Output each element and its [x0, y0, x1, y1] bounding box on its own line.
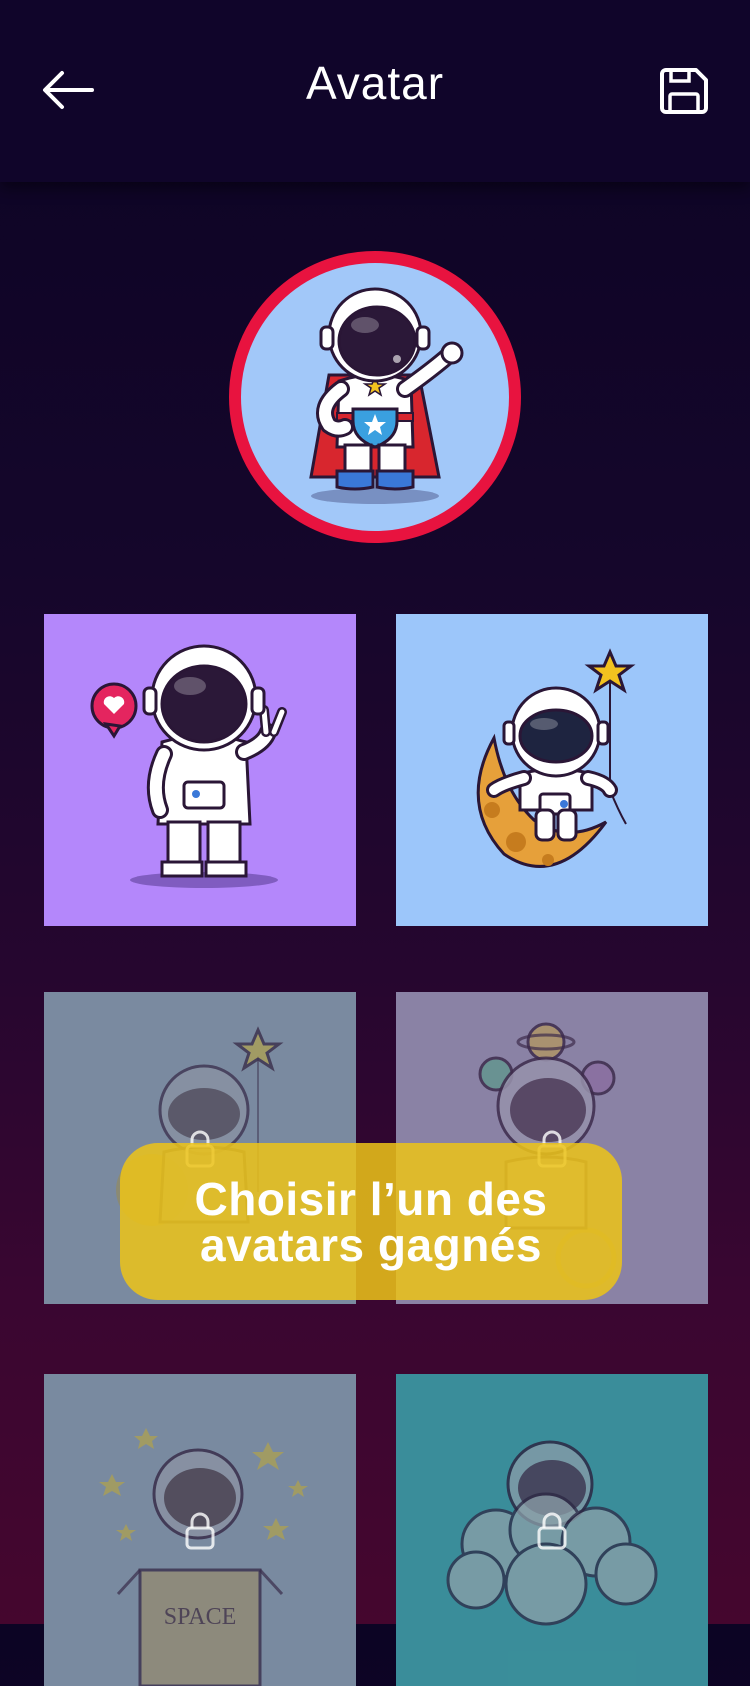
- avatar-tile-6[interactable]: [396, 1374, 708, 1686]
- toast-line-2: avatars gagnés: [200, 1218, 542, 1271]
- app-header: Avatar: [0, 0, 750, 182]
- selected-avatar[interactable]: [229, 251, 521, 543]
- avatar-tile-5[interactable]: SPACE: [44, 1374, 356, 1686]
- info-toast: Choisir l’un des avatars gagnés: [120, 1143, 622, 1300]
- lock-icon: [537, 1512, 567, 1550]
- floppy-disk-icon: [660, 68, 708, 114]
- avatar-tile-2[interactable]: [396, 614, 708, 926]
- astronaut-peace-heart-illustration: [44, 614, 356, 926]
- lock-icon: [185, 1512, 215, 1550]
- astronaut-moon-star-illustration: [396, 614, 708, 926]
- page-title: Avatar: [305, 57, 445, 109]
- avatar-tile-1[interactable]: [44, 614, 356, 926]
- save-button[interactable]: [656, 64, 712, 116]
- toast-line-1: Choisir l’un des: [194, 1172, 548, 1225]
- superhero-astronaut-illustration: [229, 251, 521, 543]
- toast-message: Choisir l’un des avatars gagnés: [194, 1176, 547, 1268]
